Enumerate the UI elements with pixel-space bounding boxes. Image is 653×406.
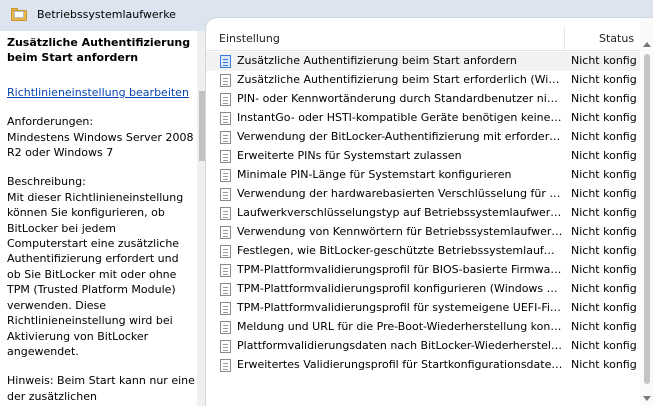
row-setting-name: Minimale PIN-Länge für Systemstart konfi… (237, 168, 512, 181)
setting-title: Zusätzliche Authentifizierung beim Start… (7, 36, 191, 65)
row-setting-name: Plattformvalidierungsdaten nach BitLocke… (237, 339, 563, 352)
row-status: Nicht konfig (571, 187, 637, 200)
policy-setting-icon (220, 55, 231, 68)
table-row[interactable]: Erweitertes Validierungsprofil für Start… (206, 356, 653, 375)
policy-setting-icon (220, 169, 231, 182)
table-row[interactable]: TPM-Plattformvalidierungsprofil für BIOS… (206, 261, 653, 280)
table-row[interactable]: Verwendung der BitLocker-Authentifizieru… (206, 128, 653, 147)
column-header-setting[interactable]: Einstellung (219, 32, 280, 45)
row-setting-name: Verwendung der hardwarebasierten Verschl… (237, 187, 563, 200)
row-setting-name: Verwendung von Kennwörtern für Betriebss… (237, 225, 563, 238)
policy-setting-icon (220, 207, 231, 220)
row-status: Nicht konfig (571, 73, 637, 86)
policy-setting-icon (220, 302, 231, 315)
policy-setting-icon (220, 74, 231, 87)
policy-setting-icon (220, 340, 231, 353)
table-row[interactable]: Meldung und URL für die Pre-Boot-Wiederh… (206, 318, 653, 337)
row-setting-name: TPM-Plattformvalidierungsprofil für syst… (237, 301, 563, 314)
table-row[interactable]: Verwendung von Kennwörtern für Betriebss… (206, 223, 653, 242)
row-status: Nicht konfig (571, 301, 637, 314)
description-label: Beschreibung: (7, 175, 86, 189)
row-status: Nicht konfig (571, 263, 637, 276)
description-text: Mit dieser Richtlinieneinstellung können… (7, 190, 184, 358)
policy-setting-icon (220, 150, 231, 163)
row-setting-name: Meldung und URL für die Pre-Boot-Wiederh… (237, 320, 563, 333)
policy-setting-icon (220, 283, 231, 296)
requirements-label: Anforderungen: (7, 115, 94, 129)
scroll-down-icon[interactable] (643, 396, 651, 401)
settings-rows: Zusätzliche Authentifizierung beim Start… (206, 52, 653, 375)
table-row[interactable]: Festlegen, wie BitLocker-geschützte Betr… (206, 242, 653, 261)
row-status: Nicht konfig (571, 244, 637, 257)
table-row[interactable]: TPM-Plattformvalidierungsprofil für syst… (206, 299, 653, 318)
folder-title: Betriebssystemlaufwerke (37, 8, 176, 21)
row-status: Nicht konfig (571, 358, 637, 371)
row-setting-name: InstantGo- oder HSTI-kompatible Geräte b… (237, 111, 563, 124)
row-setting-name: Erweitertes Validierungsprofil für Start… (237, 358, 563, 371)
row-setting-name: Zusätzliche Authentifizierung beim Start… (237, 54, 517, 67)
settings-list-panel: Einstellung Status Zusätzliche Authentif… (205, 17, 653, 406)
policy-setting-icon (220, 112, 231, 125)
row-status: Nicht konfig (571, 206, 637, 219)
row-setting-name: Festlegen, wie BitLocker-geschützte Betr… (237, 244, 563, 257)
row-status: Nicht konfig (571, 339, 637, 352)
row-setting-name: Verwendung der BitLocker-Authentifizieru… (237, 130, 563, 143)
scroll-up-icon[interactable] (643, 42, 651, 47)
row-setting-name: Erweiterte PINs für Systemstart zulassen (237, 149, 462, 162)
row-status: Nicht konfig (571, 282, 637, 295)
row-status: Nicht konfig (571, 92, 637, 105)
policy-setting-icon (220, 321, 231, 334)
policy-setting-icon (220, 245, 231, 258)
edit-policy-link[interactable]: Richtlinieneinstellung bearbeiten (7, 85, 189, 100)
table-row[interactable]: TPM-Plattformvalidierungsprofil konfigur… (206, 280, 653, 299)
row-status: Nicht konfig (571, 130, 637, 143)
row-status: Nicht konfig (571, 320, 637, 333)
hint-text: Hinweis: Beim Start kann nur eine der zu… (7, 374, 195, 406)
list-scrollbar-thumb[interactable] (644, 54, 650, 384)
table-row[interactable]: Plattformvalidierungsdaten nach BitLocke… (206, 337, 653, 356)
row-setting-name: TPM-Plattformvalidierungsprofil für BIOS… (237, 263, 563, 276)
policy-setting-icon (220, 131, 231, 144)
description-pane: Zusätzliche Authentifizierung beim Start… (0, 31, 210, 406)
table-row[interactable]: Zusätzliche Authentifizierung beim Start… (206, 71, 653, 90)
table-row[interactable]: Minimale PIN-Länge für Systemstart konfi… (206, 166, 653, 185)
column-divider[interactable] (564, 27, 565, 51)
table-row[interactable]: Erweiterte PINs für Systemstart zulassen… (206, 147, 653, 166)
row-setting-name: Zusätzliche Authentifizierung beim Start… (237, 73, 563, 86)
table-row[interactable]: Zusätzliche Authentifizierung beim Start… (206, 52, 653, 71)
row-status: Nicht konfig (571, 111, 637, 124)
column-header-status[interactable]: Status (599, 32, 634, 45)
row-status: Nicht konfig (571, 149, 637, 162)
table-row[interactable]: PIN- oder Kennwortänderung durch Standar… (206, 90, 653, 109)
row-setting-name: PIN- oder Kennwortänderung durch Standar… (237, 92, 563, 105)
list-scrollbar[interactable] (640, 18, 653, 406)
row-status: Nicht konfig (571, 168, 637, 181)
policy-folder-icon (11, 8, 27, 21)
row-setting-name: Laufwerkverschlüsselungstyp auf Betriebs… (237, 206, 563, 219)
policy-setting-icon (220, 359, 231, 372)
row-status: Nicht konfig (571, 225, 637, 238)
column-header: Einstellung Status (206, 27, 653, 51)
row-setting-name: TPM-Plattformvalidierungsprofil konfigur… (237, 282, 563, 295)
folder-title-bar: Betriebssystemlaufwerke (0, 4, 210, 24)
table-row[interactable]: InstantGo- oder HSTI-kompatible Geräte b… (206, 109, 653, 128)
policy-setting-icon (220, 264, 231, 277)
policy-setting-icon (220, 93, 231, 106)
table-row[interactable]: Verwendung der hardwarebasierten Verschl… (206, 185, 653, 204)
policy-setting-icon (220, 226, 231, 239)
table-row[interactable]: Laufwerkverschlüsselungstyp auf Betriebs… (206, 204, 653, 223)
row-status: Nicht konfig (571, 54, 637, 67)
policy-setting-icon (220, 188, 231, 201)
requirements-text: Mindestens Windows Server 2008 R2 oder W… (7, 130, 194, 160)
